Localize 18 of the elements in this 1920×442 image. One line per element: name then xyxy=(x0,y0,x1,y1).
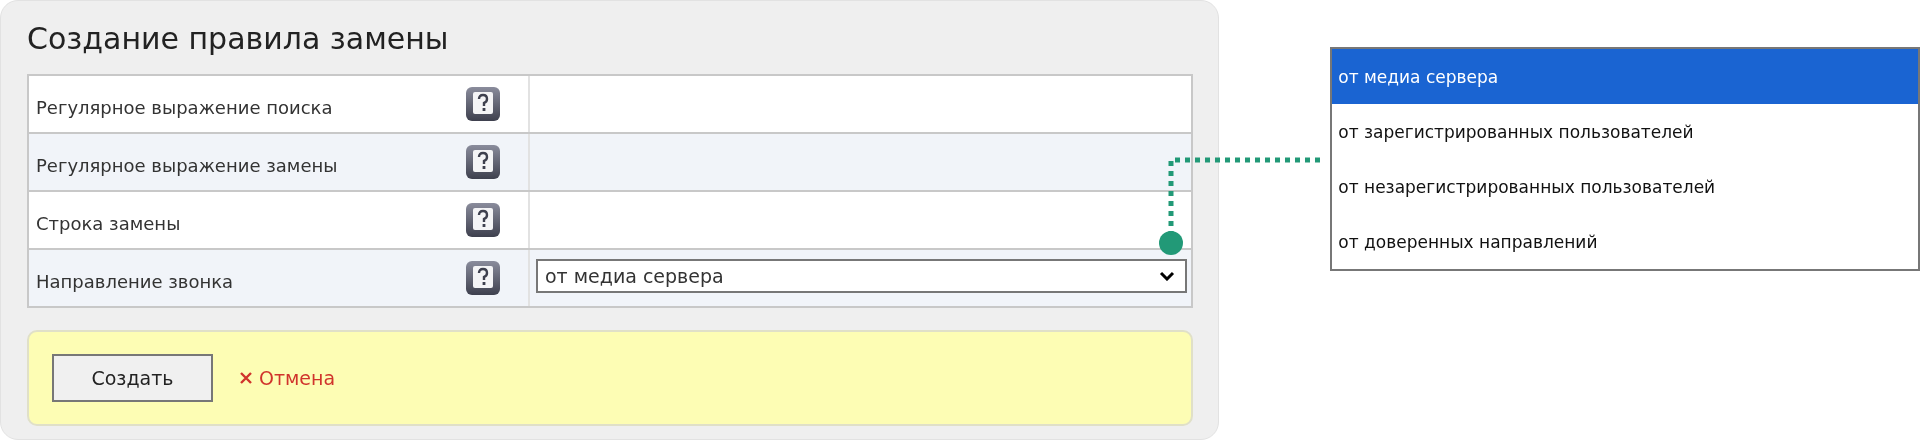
dropdown-option[interactable]: от незарегистрированных пользователей xyxy=(1332,159,1918,214)
field-label: Регулярное выражение поиска xyxy=(35,95,334,120)
help-icon[interactable] xyxy=(465,260,501,296)
dropdown-option[interactable]: от медиа сервера xyxy=(1332,49,1918,104)
field-label: Строка замены xyxy=(35,211,182,236)
close-icon xyxy=(239,371,253,385)
field-label: Направление звонка xyxy=(35,269,235,294)
help-icon[interactable] xyxy=(465,202,501,238)
create-button[interactable]: Создать xyxy=(52,354,213,402)
field-label: Регулярное выражение замены xyxy=(35,153,339,178)
chevron-icon xyxy=(1159,271,1176,281)
help-icon[interactable] xyxy=(465,86,501,122)
dropdown-option[interactable]: от доверенных направлений xyxy=(1332,214,1918,269)
help-icon[interactable] xyxy=(465,144,501,180)
form-title: Создание правила замены xyxy=(27,20,450,58)
cancel-link[interactable]: Отмена xyxy=(259,367,336,389)
direction-select[interactable]: от медиа сервера xyxy=(536,259,1188,293)
dropdown-option[interactable]: от зарегистрированных пользователей xyxy=(1332,104,1918,159)
